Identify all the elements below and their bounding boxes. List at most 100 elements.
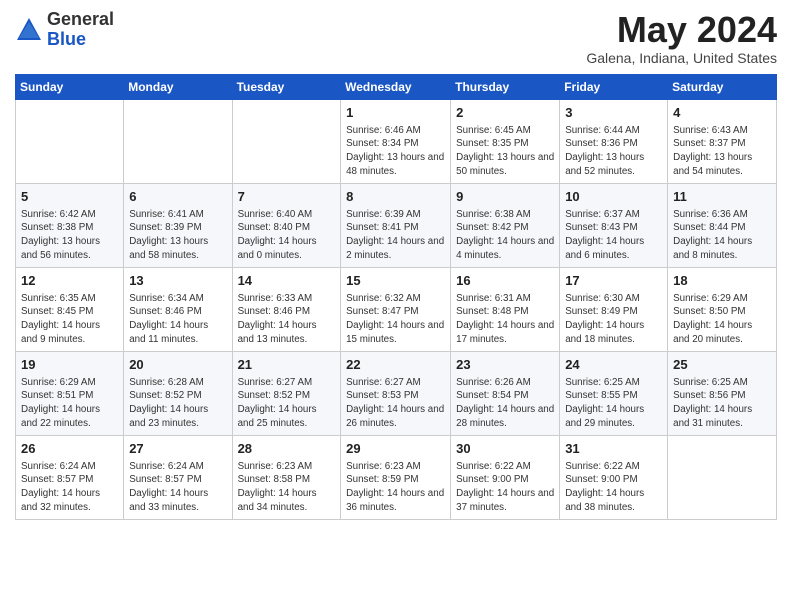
day-number: 25 <box>673 356 771 374</box>
calendar-day-cell: 8 Sunrise: 6:39 AM Sunset: 8:41 PM Daylig… <box>341 183 451 267</box>
day-number: 20 <box>129 356 226 374</box>
day-info: Sunrise: 6:24 AM Sunset: 8:57 PM Dayligh… <box>129 460 226 515</box>
day-number: 4 <box>673 104 771 122</box>
calendar-day-cell: 20 Sunrise: 6:28 AM Sunset: 8:52 PM Dayli… <box>124 351 232 435</box>
day-info: Sunrise: 6:31 AM Sunset: 8:48 PM Dayligh… <box>456 292 554 347</box>
location: Galena, Indiana, United States <box>586 50 777 66</box>
calendar-day-cell <box>668 435 777 519</box>
day-info: Sunrise: 6:23 AM Sunset: 8:58 PM Dayligh… <box>238 460 336 515</box>
calendar-week-row: 5 Sunrise: 6:42 AM Sunset: 8:38 PM Daylig… <box>16 183 777 267</box>
calendar-day-cell: 19 Sunrise: 6:29 AM Sunset: 8:51 PM Dayli… <box>16 351 124 435</box>
day-number: 5 <box>21 188 118 206</box>
calendar-day-cell: 16 Sunrise: 6:31 AM Sunset: 8:48 PM Dayli… <box>451 267 560 351</box>
day-info: Sunrise: 6:25 AM Sunset: 8:55 PM Dayligh… <box>565 376 662 431</box>
calendar-day-cell: 15 Sunrise: 6:32 AM Sunset: 8:47 PM Dayli… <box>341 267 451 351</box>
calendar-day-cell: 10 Sunrise: 6:37 AM Sunset: 8:43 PM Dayli… <box>560 183 668 267</box>
day-info: Sunrise: 6:29 AM Sunset: 8:51 PM Dayligh… <box>21 376 118 431</box>
day-number: 18 <box>673 272 771 290</box>
day-number: 17 <box>565 272 662 290</box>
calendar-day-cell <box>16 99 124 183</box>
day-number: 26 <box>21 440 118 458</box>
calendar-day-cell: 12 Sunrise: 6:35 AM Sunset: 8:45 PM Dayli… <box>16 267 124 351</box>
day-number: 6 <box>129 188 226 206</box>
calendar-day-cell: 18 Sunrise: 6:29 AM Sunset: 8:50 PM Dayli… <box>668 267 777 351</box>
logo: General Blue <box>15 10 114 50</box>
day-number: 24 <box>565 356 662 374</box>
calendar-day-cell: 30 Sunrise: 6:22 AM Sunset: 9:00 PM Dayli… <box>451 435 560 519</box>
day-info: Sunrise: 6:22 AM Sunset: 9:00 PM Dayligh… <box>565 460 662 515</box>
weekday-header-cell: Tuesday <box>232 74 341 99</box>
day-info: Sunrise: 6:27 AM Sunset: 8:53 PM Dayligh… <box>346 376 445 431</box>
calendar-day-cell: 3 Sunrise: 6:44 AM Sunset: 8:36 PM Daylig… <box>560 99 668 183</box>
day-number: 12 <box>21 272 118 290</box>
day-info: Sunrise: 6:34 AM Sunset: 8:46 PM Dayligh… <box>129 292 226 347</box>
day-info: Sunrise: 6:24 AM Sunset: 8:57 PM Dayligh… <box>21 460 118 515</box>
day-info: Sunrise: 6:45 AM Sunset: 8:35 PM Dayligh… <box>456 124 554 179</box>
page-header: General Blue May 2024 Galena, Indiana, U… <box>15 10 777 66</box>
calendar-day-cell: 1 Sunrise: 6:46 AM Sunset: 8:34 PM Daylig… <box>341 99 451 183</box>
day-number: 28 <box>238 440 336 458</box>
title-block: May 2024 Galena, Indiana, United States <box>586 10 777 66</box>
day-number: 15 <box>346 272 445 290</box>
weekday-header-row: SundayMondayTuesdayWednesdayThursdayFrid… <box>16 74 777 99</box>
day-number: 9 <box>456 188 554 206</box>
day-number: 21 <box>238 356 336 374</box>
day-info: Sunrise: 6:44 AM Sunset: 8:36 PM Dayligh… <box>565 124 662 179</box>
day-number: 13 <box>129 272 226 290</box>
day-number: 14 <box>238 272 336 290</box>
day-info: Sunrise: 6:39 AM Sunset: 8:41 PM Dayligh… <box>346 208 445 263</box>
logo-general-text: General <box>47 9 114 29</box>
day-info: Sunrise: 6:42 AM Sunset: 8:38 PM Dayligh… <box>21 208 118 263</box>
calendar-day-cell: 26 Sunrise: 6:24 AM Sunset: 8:57 PM Dayli… <box>16 435 124 519</box>
weekday-header-cell: Saturday <box>668 74 777 99</box>
day-number: 31 <box>565 440 662 458</box>
calendar-day-cell: 13 Sunrise: 6:34 AM Sunset: 8:46 PM Dayli… <box>124 267 232 351</box>
day-number: 1 <box>346 104 445 122</box>
calendar-day-cell: 21 Sunrise: 6:27 AM Sunset: 8:52 PM Dayli… <box>232 351 341 435</box>
calendar-day-cell: 2Sunrise: 6:45 AM Sunset: 8:35 PM Daylig… <box>451 99 560 183</box>
day-info: Sunrise: 6:36 AM Sunset: 8:44 PM Dayligh… <box>673 208 771 263</box>
day-info: Sunrise: 6:30 AM Sunset: 8:49 PM Dayligh… <box>565 292 662 347</box>
calendar-day-cell: 7Sunrise: 6:40 AM Sunset: 8:40 PM Daylig… <box>232 183 341 267</box>
calendar-day-cell: 14Sunrise: 6:33 AM Sunset: 8:46 PM Dayli… <box>232 267 341 351</box>
weekday-header-cell: Thursday <box>451 74 560 99</box>
calendar-day-cell: 31 Sunrise: 6:22 AM Sunset: 9:00 PM Dayli… <box>560 435 668 519</box>
day-info: Sunrise: 6:26 AM Sunset: 8:54 PM Dayligh… <box>456 376 554 431</box>
calendar-day-cell: 23 Sunrise: 6:26 AM Sunset: 8:54 PM Dayli… <box>451 351 560 435</box>
calendar-day-cell: 29Sunrise: 6:23 AM Sunset: 8:59 PM Dayli… <box>341 435 451 519</box>
calendar-day-cell: 22 Sunrise: 6:27 AM Sunset: 8:53 PM Dayli… <box>341 351 451 435</box>
day-number: 8 <box>346 188 445 206</box>
day-number: 16 <box>456 272 554 290</box>
day-number: 30 <box>456 440 554 458</box>
day-info: Sunrise: 6:27 AM Sunset: 8:52 PM Dayligh… <box>238 376 336 431</box>
calendar-day-cell: 6 Sunrise: 6:41 AM Sunset: 8:39 PM Daylig… <box>124 183 232 267</box>
day-info: Sunrise: 6:46 AM Sunset: 8:34 PM Dayligh… <box>346 124 445 179</box>
day-info: Sunrise: 6:29 AM Sunset: 8:50 PM Dayligh… <box>673 292 771 347</box>
calendar-table: SundayMondayTuesdayWednesdayThursdayFrid… <box>15 74 777 520</box>
day-info: Sunrise: 6:37 AM Sunset: 8:43 PM Dayligh… <box>565 208 662 263</box>
day-info: Sunrise: 6:28 AM Sunset: 8:52 PM Dayligh… <box>129 376 226 431</box>
day-info: Sunrise: 6:22 AM Sunset: 9:00 PM Dayligh… <box>456 460 554 515</box>
day-number: 7 <box>238 188 336 206</box>
day-info: Sunrise: 6:32 AM Sunset: 8:47 PM Dayligh… <box>346 292 445 347</box>
calendar-day-cell: 27 Sunrise: 6:24 AM Sunset: 8:57 PM Dayli… <box>124 435 232 519</box>
weekday-header-cell: Friday <box>560 74 668 99</box>
day-number: 29 <box>346 440 445 458</box>
day-number: 10 <box>565 188 662 206</box>
day-number: 19 <box>21 356 118 374</box>
weekday-header-cell: Monday <box>124 74 232 99</box>
calendar-day-cell: 9Sunrise: 6:38 AM Sunset: 8:42 PM Daylig… <box>451 183 560 267</box>
calendar-day-cell: 24 Sunrise: 6:25 AM Sunset: 8:55 PM Dayli… <box>560 351 668 435</box>
day-info: Sunrise: 6:25 AM Sunset: 8:56 PM Dayligh… <box>673 376 771 431</box>
day-info: Sunrise: 6:41 AM Sunset: 8:39 PM Dayligh… <box>129 208 226 263</box>
calendar-body: 1 Sunrise: 6:46 AM Sunset: 8:34 PM Daylig… <box>16 99 777 519</box>
logo-icon <box>15 16 43 44</box>
logo-blue-text: Blue <box>47 29 86 49</box>
calendar-week-row: 1 Sunrise: 6:46 AM Sunset: 8:34 PM Daylig… <box>16 99 777 183</box>
day-number: 22 <box>346 356 445 374</box>
calendar-day-cell <box>124 99 232 183</box>
day-number: 3 <box>565 104 662 122</box>
day-number: 27 <box>129 440 226 458</box>
day-number: 23 <box>456 356 554 374</box>
day-info: Sunrise: 6:35 AM Sunset: 8:45 PM Dayligh… <box>21 292 118 347</box>
